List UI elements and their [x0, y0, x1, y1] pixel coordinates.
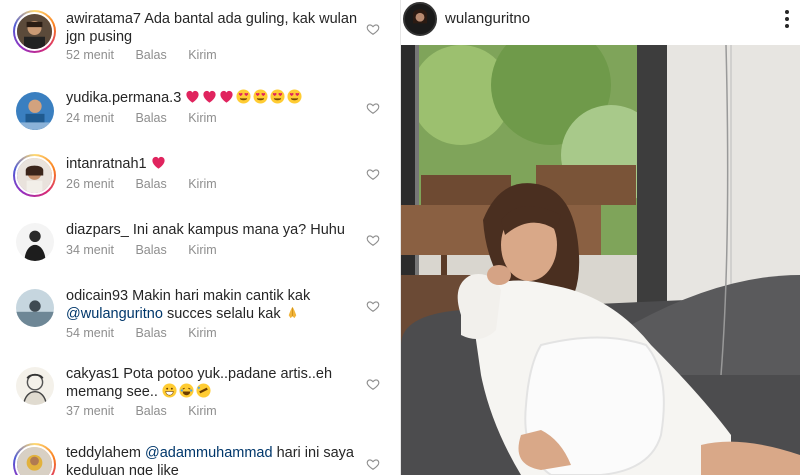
comment-username[interactable]: teddylahem: [66, 445, 141, 461]
comment-username[interactable]: awiratama7: [66, 11, 141, 27]
like-heart-icon[interactable]: [366, 167, 380, 181]
like-heart-icon[interactable]: [366, 457, 380, 471]
comments-panel: awiratama7 Ada bantal ada guling, kak wu…: [0, 0, 400, 475]
comment-username[interactable]: intanratnah1: [66, 156, 147, 172]
like-heart-icon[interactable]: [366, 101, 380, 115]
comment-time: 24 menit: [66, 111, 114, 125]
heart-eyes-icon: [270, 89, 285, 104]
avatar[interactable]: [16, 223, 54, 261]
send-button[interactable]: Kirim: [188, 326, 216, 340]
heart-eyes-icon: [253, 89, 268, 104]
send-button[interactable]: Kirim: [188, 48, 216, 62]
comment-time: 54 menit: [66, 326, 114, 340]
heart-eyes-icon: [287, 89, 302, 104]
comment-text: intanratnah1: [66, 155, 366, 173]
comment-username[interactable]: odicain93: [66, 288, 128, 304]
post-username[interactable]: wulanguritno: [445, 10, 530, 27]
comment-time: 34 menit: [66, 243, 114, 257]
like-heart-icon[interactable]: [366, 22, 380, 36]
comment-username[interactable]: cakyas1: [66, 366, 119, 382]
heart-eyes-icon: [236, 89, 251, 104]
reply-button[interactable]: Balas: [135, 243, 166, 257]
comment-meta: 37 menit Balas Kirim: [66, 404, 235, 418]
emoji-group: [162, 383, 213, 400]
comment-username[interactable]: yudika.permana.3: [66, 90, 181, 106]
emoji-group: [185, 89, 304, 106]
comment-text: diazpars_ Ini anak kampus mana ya? Huhu: [66, 221, 366, 239]
comment-time: 37 menit: [66, 404, 114, 418]
avatar[interactable]: [403, 2, 437, 36]
like-heart-icon[interactable]: [366, 299, 380, 313]
comment-time: 52 menit: [66, 48, 114, 62]
post-photo[interactable]: [401, 45, 800, 475]
mention-link[interactable]: @wulanguritno: [66, 306, 163, 322]
send-button[interactable]: Kirim: [188, 111, 216, 125]
joy-icon: [179, 383, 194, 398]
grinning-icon: [162, 383, 177, 398]
reply-button[interactable]: Balas: [135, 48, 166, 62]
like-heart-icon[interactable]: [366, 233, 380, 247]
comment-body: Makin hari makin cantik kak: [132, 288, 311, 304]
avatar[interactable]: [16, 92, 54, 130]
comment-meta: 54 menit Balas Kirim: [66, 326, 235, 340]
send-button[interactable]: Kirim: [188, 243, 216, 257]
comment-body: Ini anak kampus mana ya? Huhu: [132, 222, 345, 238]
post-panel: wulanguritno: [401, 0, 800, 475]
reply-button[interactable]: Balas: [135, 111, 166, 125]
reply-button[interactable]: Balas: [135, 326, 166, 340]
rofl-icon: [196, 383, 211, 398]
comment-text: teddylahem @adammuhammad hari ini saya k…: [66, 444, 366, 475]
folded-hands-icon: [288, 306, 296, 319]
comment-body: succes selalu kak: [166, 306, 281, 322]
comment-meta: 34 menit Balas Kirim: [66, 243, 235, 257]
red-heart-icon: [203, 90, 216, 103]
mention-link[interactable]: @adammuhammad: [145, 445, 273, 461]
send-button[interactable]: Kirim: [188, 177, 216, 191]
avatar[interactable]: [13, 154, 56, 197]
red-heart-icon: [186, 90, 199, 103]
avatar[interactable]: [16, 289, 54, 327]
comment-text: yudika.permana.3: [66, 89, 366, 107]
comment-username[interactable]: diazpars_: [66, 222, 129, 238]
comment-meta: 24 menit Balas Kirim: [66, 111, 235, 125]
comment-time: 26 menit: [66, 177, 114, 191]
send-button[interactable]: Kirim: [188, 404, 216, 418]
comment-meta: 26 menit Balas Kirim: [66, 177, 235, 191]
comment-text: awiratama7 Ada bantal ada guling, kak wu…: [66, 10, 366, 46]
like-heart-icon[interactable]: [366, 377, 380, 391]
avatar[interactable]: [16, 367, 54, 405]
red-heart-icon: [220, 90, 233, 103]
post-header: wulanguritno: [401, 0, 800, 44]
red-heart-icon: [152, 156, 165, 169]
more-vertical-icon[interactable]: [784, 8, 790, 30]
comment-text: odicain93 Makin hari makin cantik kak @w…: [66, 287, 366, 323]
reply-button[interactable]: Balas: [135, 404, 166, 418]
reply-button[interactable]: Balas: [135, 177, 166, 191]
avatar[interactable]: [13, 443, 56, 475]
comment-meta: 52 menit Balas Kirim: [66, 48, 235, 62]
avatar[interactable]: [13, 10, 56, 53]
comment-text: cakyas1 Pota potoo yuk..padane artis..eh…: [66, 365, 366, 401]
